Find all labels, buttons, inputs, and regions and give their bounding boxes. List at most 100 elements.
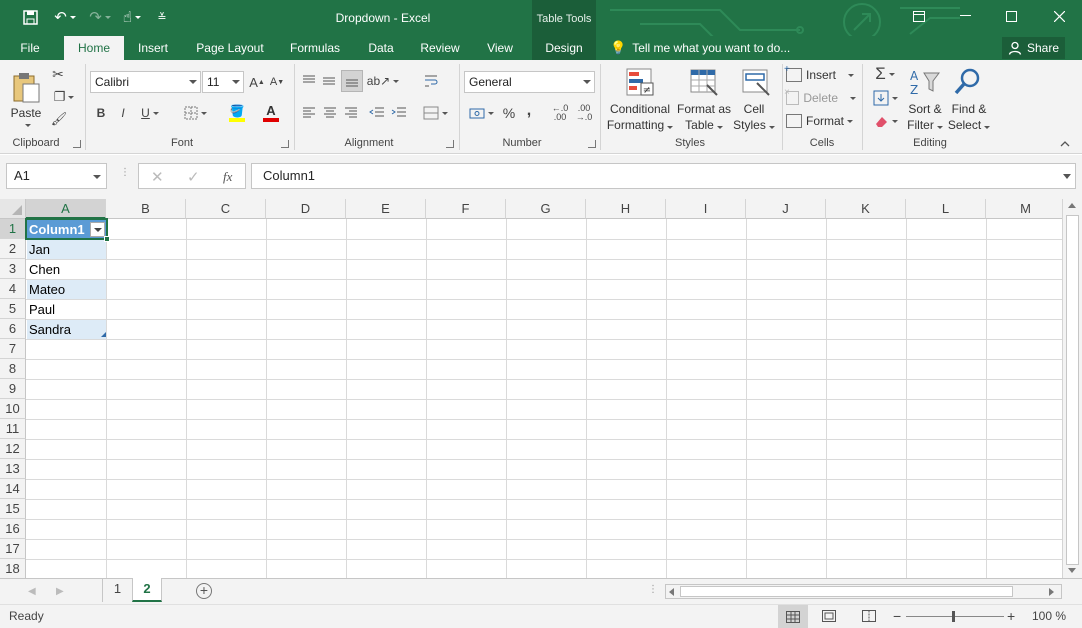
row-header-5[interactable]: 5 xyxy=(0,299,26,319)
row-header-8[interactable]: 8 xyxy=(0,359,26,379)
insert-function-button[interactable]: fx xyxy=(223,169,232,185)
column-header-m[interactable]: M xyxy=(986,199,1062,219)
column-header-h[interactable]: H xyxy=(586,199,666,219)
collapse-ribbon-icon[interactable] xyxy=(1058,138,1072,150)
normal-view-icon[interactable] xyxy=(778,605,808,628)
fill-icon[interactable] xyxy=(870,88,900,108)
column-header-f[interactable]: F xyxy=(426,199,506,219)
format-painter-icon[interactable]: 🖌 xyxy=(50,111,68,127)
align-left-icon[interactable] xyxy=(300,104,318,122)
align-bottom-icon[interactable] xyxy=(341,70,363,92)
row-header-14[interactable]: 14 xyxy=(0,479,26,499)
comma-style-button[interactable]: , xyxy=(522,102,536,120)
row-header-2[interactable]: 2 xyxy=(0,239,26,259)
column-header-d[interactable]: D xyxy=(266,199,346,219)
tell-me-search[interactable]: 💡 Tell me what you want to do... xyxy=(610,36,790,60)
row-header-17[interactable]: 17 xyxy=(0,539,26,559)
column-header-c[interactable]: C xyxy=(186,199,266,219)
clear-icon[interactable] xyxy=(870,111,900,131)
paste-button[interactable]: Paste xyxy=(8,66,44,132)
customize-qat-icon[interactable]: ≚ xyxy=(154,6,170,28)
row-header-13[interactable]: 13 xyxy=(0,459,26,479)
increase-font-size-icon[interactable]: A ▲ xyxy=(249,73,265,91)
share-button[interactable]: Share xyxy=(1002,37,1065,59)
row-header-4[interactable]: 4 xyxy=(0,279,26,299)
fill-color-icon[interactable]: 🪣 xyxy=(222,102,252,124)
zoom-level[interactable]: 100 % xyxy=(1032,609,1066,623)
worksheet-grid[interactable]: ABCDEFGHIJKLM 1 2 3 4 5 6 7 8 9 10 11 12 13 14 15 16 17 1… xyxy=(0,199,1062,578)
table-resize-handle[interactable] xyxy=(101,332,106,337)
horizontal-scrollbar[interactable] xyxy=(665,584,1062,599)
cancel-entry-icon[interactable]: ✕ xyxy=(151,168,164,186)
row-header-7[interactable]: 7 xyxy=(0,339,26,359)
hscroll-right-icon[interactable] xyxy=(1049,588,1054,596)
tab-page-layout[interactable]: Page Layout xyxy=(190,36,270,60)
undo-icon[interactable]: ↶ xyxy=(50,6,80,28)
borders-icon[interactable] xyxy=(180,104,210,122)
merge-center-icon[interactable] xyxy=(420,104,450,122)
page-break-view-icon[interactable] xyxy=(862,610,876,625)
font-launcher-icon[interactable] xyxy=(281,140,289,148)
increase-indent-icon[interactable] xyxy=(390,104,408,122)
increase-decimal-icon[interactable]: ←.0.00 xyxy=(550,104,570,122)
zoom-slider[interactable] xyxy=(906,611,1004,622)
tab-file[interactable]: File xyxy=(10,36,50,60)
maximize-icon[interactable] xyxy=(988,0,1034,32)
row-header-16[interactable]: 16 xyxy=(0,519,26,539)
horizontal-scroll-thumb[interactable] xyxy=(680,586,1013,597)
select-all-corner[interactable] xyxy=(0,199,26,219)
italic-button[interactable]: I xyxy=(116,104,130,122)
formula-input[interactable]: Column1 xyxy=(251,163,1076,189)
conditional-formatting-icon[interactable]: ≠ xyxy=(624,66,656,98)
column-header-j[interactable]: J xyxy=(746,199,826,219)
decrease-font-size-icon[interactable]: A ▼ xyxy=(269,73,285,91)
font-name-combo[interactable]: Calibri xyxy=(90,71,201,93)
tab-data[interactable]: Data xyxy=(362,36,400,60)
number-format-combo[interactable]: General xyxy=(464,71,595,93)
column-header-e[interactable]: E xyxy=(346,199,426,219)
tab-insert[interactable]: Insert xyxy=(130,36,176,60)
row-header-12[interactable]: 12 xyxy=(0,439,26,459)
delete-cells-button[interactable]: × Delete xyxy=(784,87,856,107)
format-as-table-button[interactable]: Format as Table xyxy=(674,101,734,133)
row-header-10[interactable]: 10 xyxy=(0,399,26,419)
column-header-a[interactable]: A xyxy=(26,199,106,219)
ribbon-display-options-icon[interactable] xyxy=(896,0,942,32)
column-header-k[interactable]: K xyxy=(826,199,906,219)
column-header-l[interactable]: L xyxy=(906,199,986,219)
confirm-entry-icon[interactable]: ✓ xyxy=(187,168,200,186)
cell-a2[interactable]: Jan xyxy=(27,240,106,259)
sheet-tab-2[interactable]: 2 xyxy=(132,578,162,602)
hscroll-left-icon[interactable] xyxy=(669,588,674,596)
scroll-down-icon[interactable] xyxy=(1068,568,1076,573)
sheet-tab-1[interactable]: 1 xyxy=(102,578,132,602)
copy-icon[interactable]: ❐ xyxy=(50,89,78,105)
save-icon[interactable] xyxy=(20,6,40,28)
sort-filter-icon[interactable]: AZ xyxy=(906,66,942,98)
clipboard-launcher-icon[interactable] xyxy=(73,140,81,148)
cell-a4[interactable]: Mateo xyxy=(27,280,106,299)
formula-bar-grip-icon[interactable]: ⋮ xyxy=(120,168,130,178)
font-color-icon[interactable]: A xyxy=(256,102,286,124)
cell-styles-button[interactable]: Cell Styles xyxy=(730,101,778,133)
close-icon[interactable] xyxy=(1036,0,1082,32)
number-launcher-icon[interactable] xyxy=(588,140,596,148)
zoom-in-icon[interactable]: + xyxy=(1007,608,1015,624)
format-as-table-icon[interactable] xyxy=(688,66,720,98)
bold-button[interactable]: B xyxy=(94,104,108,122)
row-header-3[interactable]: 3 xyxy=(0,259,26,279)
page-layout-view-icon[interactable] xyxy=(822,610,836,625)
vertical-scrollbar[interactable] xyxy=(1062,199,1082,578)
column-header-i[interactable]: I xyxy=(666,199,746,219)
decrease-indent-icon[interactable] xyxy=(368,104,386,122)
find-select-button[interactable]: Find & Select xyxy=(946,101,992,133)
row-header-9[interactable]: 9 xyxy=(0,379,26,399)
cell-a6[interactable]: Sandra xyxy=(27,320,106,339)
row-header-1[interactable]: 1 xyxy=(0,219,26,239)
font-size-combo[interactable]: 11 xyxy=(202,71,244,93)
row-header-15[interactable]: 15 xyxy=(0,499,26,519)
scroll-up-icon[interactable] xyxy=(1068,203,1076,208)
expand-formula-bar-icon[interactable] xyxy=(1063,174,1071,179)
format-cells-button[interactable]: Format xyxy=(786,112,856,130)
zoom-slider-thumb[interactable] xyxy=(952,611,955,622)
